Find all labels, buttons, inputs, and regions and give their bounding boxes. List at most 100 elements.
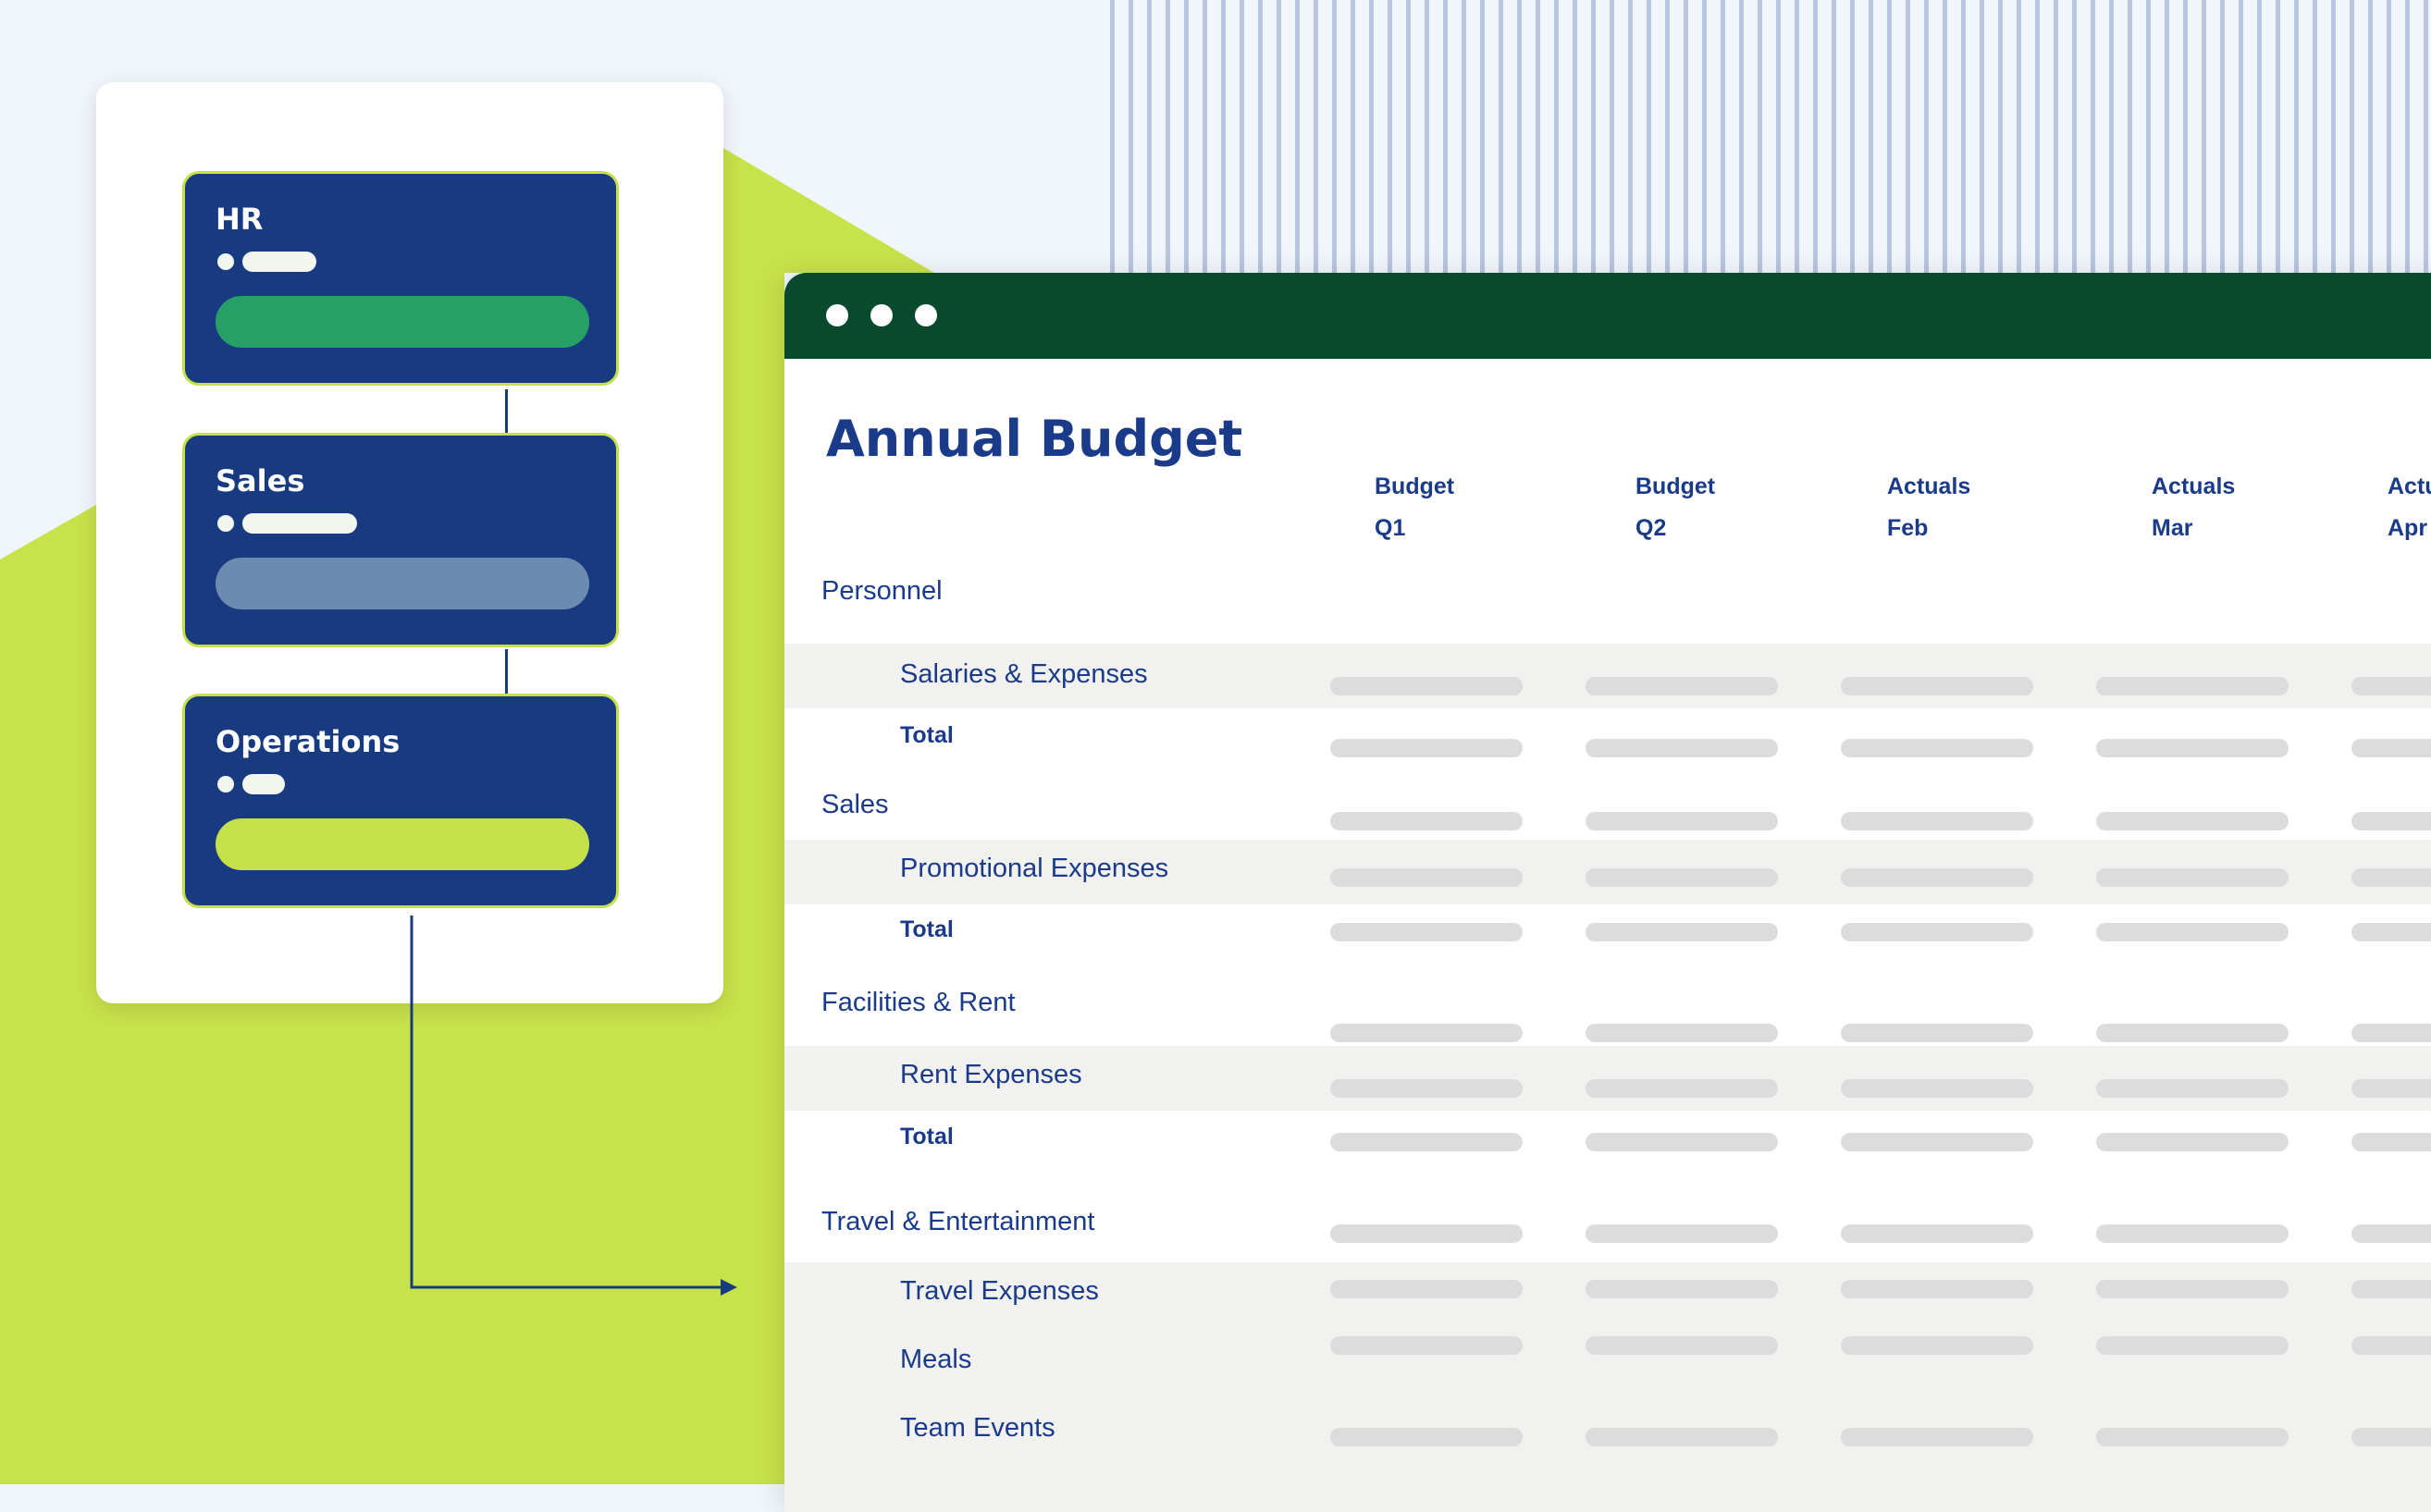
column-header: Actuals Apr xyxy=(2388,473,2431,541)
placeholder-cell-bar xyxy=(2096,1133,2289,1151)
table-row-label: Rent Expenses xyxy=(900,1060,1082,1089)
placeholder-cell-bar xyxy=(1586,1280,1778,1298)
department-card-sales[interactable]: Sales xyxy=(182,433,619,647)
placeholder-cell-bar xyxy=(1586,923,1778,941)
window-control-dot[interactable] xyxy=(870,304,893,326)
placeholder-cell-bar xyxy=(2096,677,2289,695)
table-row-label: Facilities & Rent xyxy=(821,988,1016,1017)
table-row-label: Total xyxy=(900,722,954,748)
placeholder-cell-bar xyxy=(2351,1133,2431,1151)
placeholder-cell-bar xyxy=(1586,1024,1778,1042)
placeholder-cell-bar xyxy=(1841,1079,2033,1098)
placeholder-cell-bar xyxy=(1330,868,1523,887)
placeholder-cell-bar xyxy=(2096,1024,2289,1042)
table-row-label: Total xyxy=(900,1124,954,1149)
placeholder-cell-bar xyxy=(1586,812,1778,830)
status-dot xyxy=(217,515,234,532)
placeholder-cell-bar xyxy=(2351,1428,2431,1446)
placeholder-cell-bar xyxy=(1586,1428,1778,1446)
placeholder-cell-bar xyxy=(1841,1024,2033,1042)
placeholder-cell-bar xyxy=(1330,1133,1523,1151)
placeholder-cell-bar xyxy=(1330,1336,1523,1355)
placeholder-cell-bar xyxy=(1330,1079,1523,1098)
placeholder-cell-bar xyxy=(2351,923,2431,941)
table-row-label: Total xyxy=(900,916,954,942)
placeholder-cell-bar xyxy=(1841,1224,2033,1243)
placeholder-pill xyxy=(242,774,285,794)
placeholder-cell-bar xyxy=(2096,1224,2289,1243)
placeholder-cell-bar xyxy=(1330,1280,1523,1298)
placeholder-cell-bar xyxy=(1586,677,1778,695)
placeholder-cell-bar xyxy=(1841,868,2033,887)
table-row-label: Team Events xyxy=(900,1413,1055,1443)
placeholder-cell-bar xyxy=(1841,1133,2033,1151)
page-title: Annual Budget xyxy=(826,410,1243,468)
status-dot xyxy=(217,776,234,793)
placeholder-pill xyxy=(242,513,357,534)
placeholder-cell-bar xyxy=(1841,677,2033,695)
org-chart-panel: HR Sales Operations xyxy=(96,82,723,1003)
department-name: Operations xyxy=(216,724,401,759)
placeholder-cell-bar xyxy=(1841,923,2033,941)
placeholder-cell-bar xyxy=(2351,812,2431,830)
placeholder-cell-bar xyxy=(1330,923,1523,941)
department-card-hr[interactable]: HR xyxy=(182,171,619,386)
placeholder-cell-bar xyxy=(1330,739,1523,757)
placeholder-cell-bar xyxy=(2351,868,2431,887)
department-card-operations[interactable]: Operations xyxy=(182,694,619,908)
placeholder-cell-bar xyxy=(2096,1079,2289,1098)
placeholder-cell-bar xyxy=(1586,739,1778,757)
placeholder-cell-bar xyxy=(2351,1079,2431,1098)
table-row-label: Salaries & Expenses xyxy=(900,659,1148,689)
window-control-dot[interactable] xyxy=(915,304,937,326)
placeholder-cell-bar xyxy=(2096,868,2289,887)
column-header: Actuals Mar xyxy=(2152,473,2236,541)
placeholder-cell-bar xyxy=(2351,739,2431,757)
table-row-label: Promotional Expenses xyxy=(900,854,1169,883)
placeholder-pill xyxy=(242,252,316,272)
placeholder-cell-bar xyxy=(1841,1280,2033,1298)
placeholder-cell-bar xyxy=(1841,739,2033,757)
placeholder-cell-bar xyxy=(1586,1224,1778,1243)
placeholder-cell-bar xyxy=(1586,1079,1778,1098)
window-titlebar xyxy=(784,273,2431,359)
table-row-label: Travel & Entertainment xyxy=(821,1207,1095,1236)
placeholder-cell-bar xyxy=(2096,1336,2289,1355)
placeholder-cell-bar xyxy=(2351,1024,2431,1042)
placeholder-cell-bar xyxy=(1330,1024,1523,1042)
placeholder-cell-bar xyxy=(2351,1224,2431,1243)
table-row-label: Travel Expenses xyxy=(900,1276,1099,1306)
placeholder-cell-bar xyxy=(1841,812,2033,830)
placeholder-cell-bar xyxy=(2096,739,2289,757)
placeholder-cell-bar xyxy=(1330,677,1523,695)
table-row-label: Sales xyxy=(821,790,889,819)
placeholder-cell-bar xyxy=(1586,1133,1778,1151)
placeholder-cell-bar xyxy=(1330,1224,1523,1243)
status-dot xyxy=(217,253,234,270)
placeholder-cell-bar xyxy=(2096,812,2289,830)
placeholder-cell-bar xyxy=(1841,1336,2033,1355)
placeholder-cell-bar xyxy=(1330,1428,1523,1446)
column-header: Budget Q2 xyxy=(1635,473,1716,541)
table-row-label: Meals xyxy=(900,1345,972,1374)
window-control-dot[interactable] xyxy=(826,304,848,326)
department-bar xyxy=(216,558,589,609)
placeholder-cell-bar xyxy=(2096,1280,2289,1298)
decorative-stripes xyxy=(1110,0,2431,277)
budget-window: Annual Budget Budget Q1 Budget Q2 Actual… xyxy=(784,273,2431,1512)
placeholder-cell-bar xyxy=(1330,812,1523,830)
department-bar xyxy=(216,296,589,348)
department-bar xyxy=(216,818,589,870)
department-name: Sales xyxy=(216,463,305,498)
placeholder-cell-bar xyxy=(2096,923,2289,941)
department-name: HR xyxy=(216,202,264,237)
placeholder-cell-bar xyxy=(2096,1428,2289,1446)
placeholder-cell-bar xyxy=(2351,677,2431,695)
connector-line xyxy=(505,649,508,698)
placeholder-cell-bar xyxy=(1841,1428,2033,1446)
column-header: Actuals Feb xyxy=(1887,473,1971,541)
placeholder-cell-bar xyxy=(2351,1280,2431,1298)
placeholder-cell-bar xyxy=(1586,1336,1778,1355)
connector-line xyxy=(505,389,508,438)
column-header: Budget Q1 xyxy=(1375,473,1455,541)
